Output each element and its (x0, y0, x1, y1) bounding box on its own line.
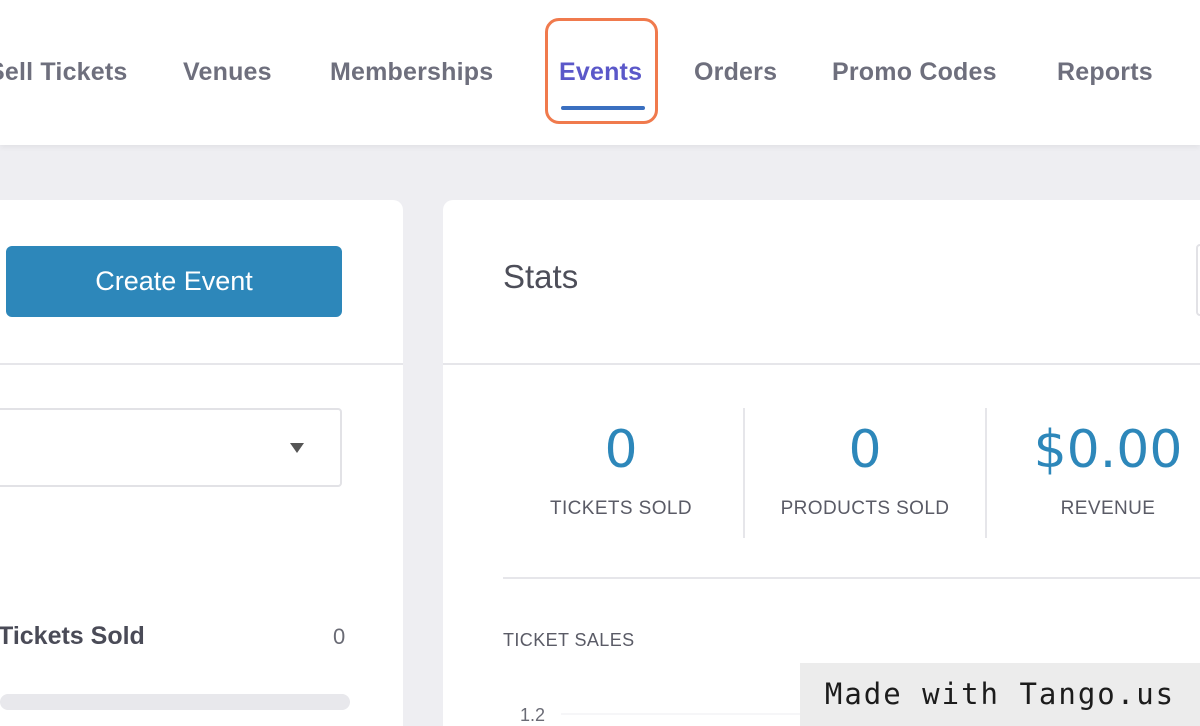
nav-item-reports[interactable]: Reports (1057, 52, 1153, 92)
stat-tickets-sold-label: TICKETS SOLD (549, 498, 693, 519)
stat-revenue-value: $0.00 (1033, 420, 1183, 480)
stat-tickets-sold: 0 TICKETS SOLD (500, 420, 742, 520)
stats-divider (503, 577, 1200, 579)
create-event-button[interactable]: Create Event (6, 246, 342, 317)
event-select[interactable] (0, 408, 342, 487)
stats-title: Stats (503, 258, 579, 295)
nav-item-sell-tickets[interactable]: Sell Tickets (0, 52, 128, 92)
nav-item-promo-codes[interactable]: Promo Codes (832, 52, 997, 92)
tickets-sold-value: 0 (333, 624, 346, 649)
caret-down-icon (290, 443, 304, 453)
click-highlight (545, 18, 658, 124)
top-nav: Sell Tickets Venues Memberships Events O… (0, 0, 1200, 145)
tickets-sold-label: Tickets Sold (0, 622, 145, 650)
tango-watermark: Made with Tango.us (800, 663, 1200, 726)
stat-products-sold: 0 PRODUCTS SOLD (744, 420, 986, 520)
stat-products-sold-value: 0 (848, 420, 882, 480)
ticket-sales-chart: 1.2 (520, 705, 803, 725)
stat-revenue: $0.00 REVENUE (987, 420, 1200, 520)
nav-item-venues[interactable]: Venues (183, 52, 272, 92)
stats-header-control[interactable] (1196, 244, 1200, 316)
left-divider (0, 363, 403, 365)
tickets-sold-progress (0, 694, 350, 710)
stat-products-sold-label: PRODUCTS SOLD (780, 498, 950, 519)
stats-header-divider (443, 363, 1200, 365)
stat-revenue-label: REVENUE (1060, 498, 1156, 519)
nav-item-orders[interactable]: Orders (694, 52, 777, 92)
stat-tickets-sold-value: 0 (604, 420, 638, 480)
y-tick-label: 1.2 (520, 705, 545, 725)
chart-title: TICKET SALES (503, 630, 635, 650)
nav-item-memberships[interactable]: Memberships (330, 52, 493, 92)
